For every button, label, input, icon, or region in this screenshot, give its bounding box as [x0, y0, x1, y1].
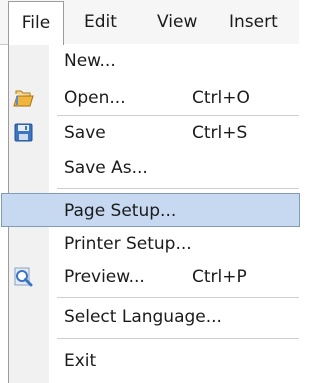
- menu-view[interactable]: View: [157, 0, 197, 44]
- menu-item-shortcut: Ctrl+O: [192, 88, 250, 108]
- menu-item-page-setup[interactable]: Page Setup...: [1, 193, 300, 227]
- menu-item-label: Page Setup...: [64, 201, 177, 221]
- menu-item-label: Select Language...: [64, 307, 222, 327]
- menu-item-save-as[interactable]: Save As...: [9, 151, 299, 185]
- menu-item-preview[interactable]: Preview... Ctrl+P: [9, 260, 299, 294]
- save-disk-icon: [13, 123, 35, 143]
- menu-insert[interactable]: Insert: [229, 0, 278, 44]
- open-folder-icon: [13, 88, 35, 108]
- menu-item-shortcut: Ctrl+S: [192, 123, 248, 143]
- file-menu-dropdown: New... Open... Ctrl+O Save Ctrl+S Save A…: [1, 44, 300, 383]
- menu-item-label: Save As...: [64, 158, 148, 178]
- menu-item-exit[interactable]: Exit: [9, 344, 299, 378]
- menu-item-open[interactable]: Open... Ctrl+O: [9, 81, 299, 115]
- menu-item-printer-setup[interactable]: Printer Setup...: [9, 227, 299, 261]
- menu-item-label: Exit: [64, 351, 97, 371]
- menu-separator: [57, 297, 299, 298]
- menu-item-label: Printer Setup...: [64, 234, 192, 254]
- menu-item-label: Preview...: [64, 267, 145, 287]
- preview-magnifier-icon: [13, 267, 35, 287]
- menu-edit[interactable]: Edit: [84, 0, 117, 44]
- menu-item-save[interactable]: Save Ctrl+S: [9, 116, 299, 150]
- menu-item-new[interactable]: New...: [9, 44, 299, 78]
- menu-file[interactable]: File: [8, 1, 64, 45]
- menu-separator: [57, 338, 299, 339]
- menu-item-label: Save: [64, 123, 106, 143]
- menu-item-label: New...: [64, 51, 116, 71]
- menu-item-label: Open...: [64, 88, 126, 108]
- menu-item-shortcut: Ctrl+P: [192, 267, 247, 287]
- menu-bar: File Edit View Insert: [0, 0, 299, 45]
- menu-separator: [57, 188, 299, 189]
- menu-item-select-language[interactable]: Select Language...: [9, 300, 299, 334]
